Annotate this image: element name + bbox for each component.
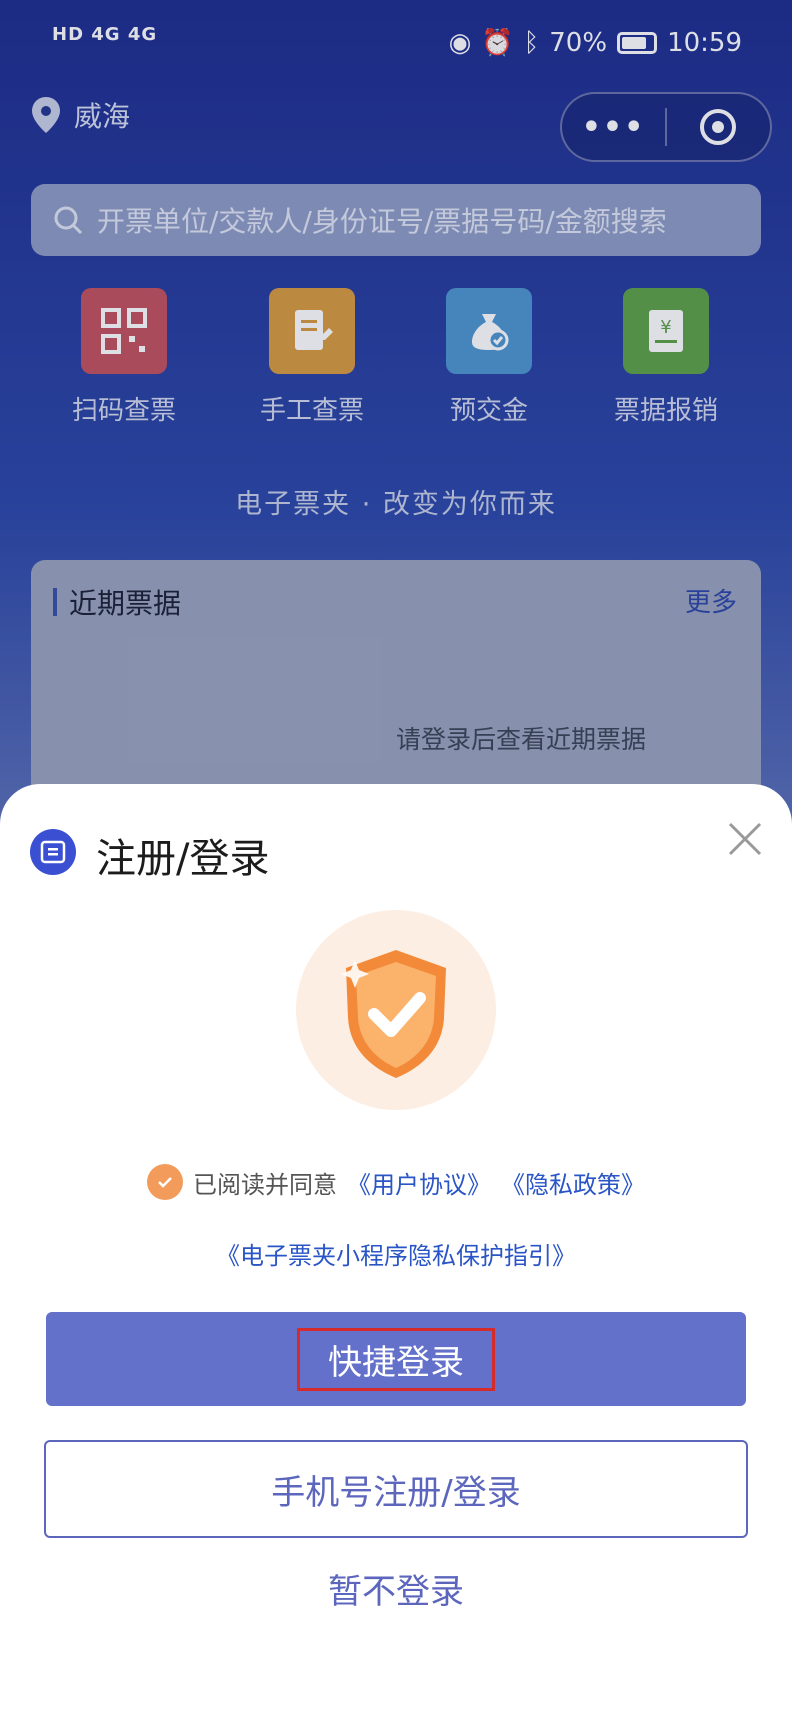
close-button[interactable] [726, 820, 764, 858]
ticket-folder-icon [40, 840, 66, 864]
shield-check-illustration [296, 910, 496, 1110]
quick-login-button[interactable]: 快捷登录 [46, 1312, 746, 1406]
check-icon [158, 1177, 172, 1188]
privacy-guide-link[interactable]: 《电子票夹小程序隐私保护指引》 [0, 1236, 792, 1271]
phone-login-button[interactable]: 手机号注册/登录 [44, 1440, 748, 1538]
login-sheet: 注册/登录 已阅读并同意 《用户协议》 《隐私政策》 《电子票夹小程序隐私保护指… [0, 784, 792, 1716]
agreement-row: 已阅读并同意 《用户协议》 《隐私政策》 [0, 1164, 792, 1200]
privacy-policy-link[interactable]: 《隐私政策》 [501, 1165, 645, 1200]
sheet-title: 注册/登录 [96, 836, 270, 882]
skip-login-button[interactable]: 暂不登录 [0, 1564, 792, 1613]
close-icon [728, 822, 762, 856]
quick-login-label: 快捷登录 [297, 1327, 495, 1391]
user-agreement-link[interactable]: 《用户协议》 [347, 1165, 491, 1200]
agree-prefix: 已阅读并同意 [193, 1170, 337, 1199]
agree-checkbox[interactable] [147, 1164, 183, 1200]
app-logo [30, 829, 76, 875]
